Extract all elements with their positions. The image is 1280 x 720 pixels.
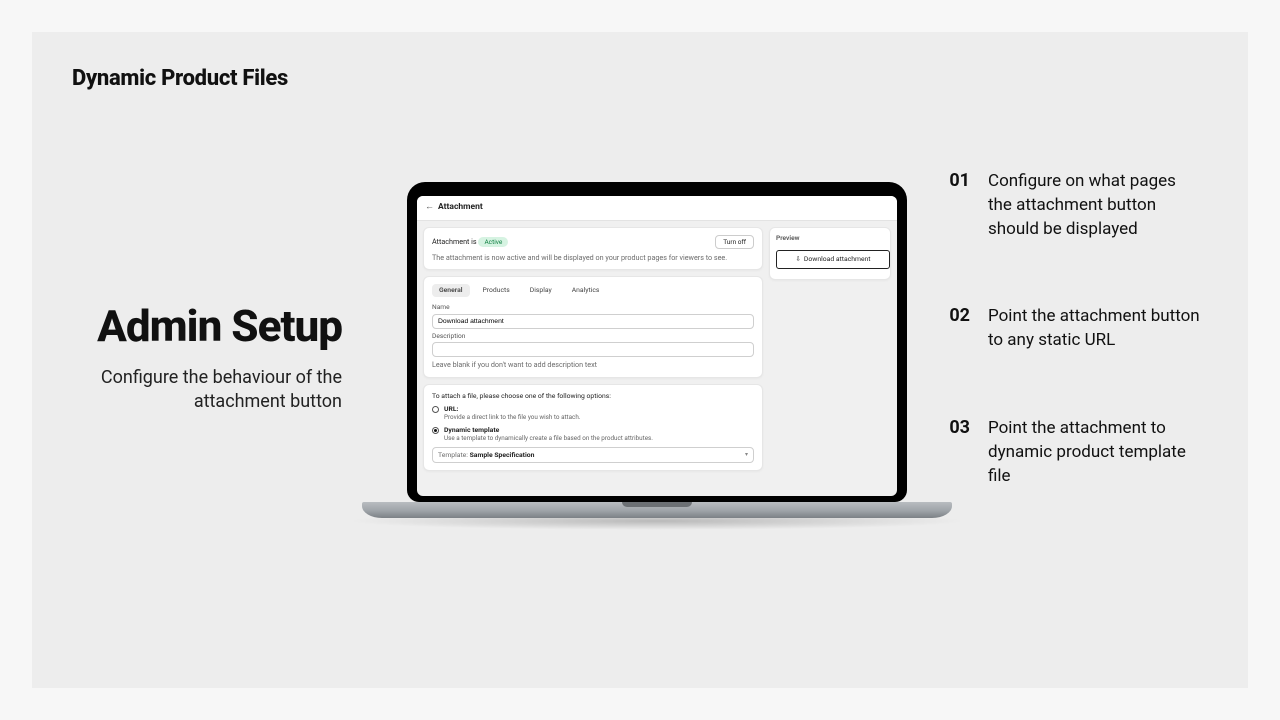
tab-display[interactable]: Display bbox=[523, 284, 559, 297]
template-label: Template: bbox=[438, 451, 468, 459]
turn-off-button[interactable]: Turn off bbox=[715, 235, 754, 249]
preview-download-label: Download attachment bbox=[804, 255, 871, 263]
name-input[interactable] bbox=[432, 314, 754, 329]
name-label: Name bbox=[432, 303, 754, 312]
preview-card: Preview ⇩ Download attachment bbox=[769, 227, 891, 280]
template-value: Sample Specification bbox=[470, 451, 535, 459]
step-number: 01 bbox=[942, 170, 970, 241]
laptop-mockup: ← Attachment Attachment is Active bbox=[392, 182, 922, 530]
slide-canvas: Dynamic Product Files Admin Setup Config… bbox=[32, 32, 1248, 688]
radio-url[interactable] bbox=[432, 406, 439, 413]
step-text: Point the attachment button to any stati… bbox=[988, 305, 1202, 353]
chevron-updown-icon: ▾ bbox=[745, 451, 748, 459]
status-helper: The attachment is now active and will be… bbox=[432, 253, 754, 262]
tabs: General Products Display Analytics bbox=[432, 284, 754, 297]
option-url-desc: Provide a direct link to the file you wi… bbox=[444, 413, 580, 421]
headline-subtitle: Configure the behaviour of the attachmen… bbox=[82, 366, 342, 415]
back-arrow-icon[interactable]: ← bbox=[425, 202, 434, 214]
option-dynamic-row[interactable]: Dynamic template Use a template to dynam… bbox=[432, 426, 754, 443]
tab-analytics[interactable]: Analytics bbox=[565, 284, 607, 297]
admin-main-column: Attachment is Active Turn off The attach… bbox=[423, 227, 763, 472]
step-03: 03 Point the attachment to dynamic produ… bbox=[942, 417, 1202, 488]
attach-options-card: To attach a file, please choose one of t… bbox=[423, 384, 763, 472]
status-prefix: Attachment is bbox=[432, 237, 477, 246]
download-icon: ⇩ bbox=[795, 255, 800, 263]
admin-screenshot: ← Attachment Attachment is Active bbox=[417, 196, 897, 496]
option-url-row[interactable]: URL: Provide a direct link to the file y… bbox=[432, 405, 754, 422]
laptop-base bbox=[362, 502, 952, 518]
admin-body: Attachment is Active Turn off The attach… bbox=[417, 221, 897, 478]
step-01: 01 Configure on what pages the attachmen… bbox=[942, 170, 1202, 241]
preview-title: Preview bbox=[776, 234, 886, 243]
status-card: Attachment is Active Turn off The attach… bbox=[423, 227, 763, 271]
preview-download-button[interactable]: ⇩ Download attachment bbox=[776, 250, 890, 269]
description-input[interactable] bbox=[432, 342, 754, 357]
admin-side-column: Preview ⇩ Download attachment bbox=[769, 227, 891, 472]
step-02: 02 Point the attachment button to any st… bbox=[942, 305, 1202, 353]
option-url-title: URL: bbox=[444, 405, 580, 414]
steps-list: 01 Configure on what pages the attachmen… bbox=[942, 170, 1202, 552]
option-dynamic-desc: Use a template to dynamically create a f… bbox=[444, 434, 653, 442]
tab-general[interactable]: General bbox=[432, 284, 470, 297]
tab-products[interactable]: Products bbox=[476, 284, 517, 297]
option-dynamic-title: Dynamic template bbox=[444, 426, 653, 435]
step-text: Configure on what pages the attachment b… bbox=[988, 170, 1202, 241]
description-helper: Leave blank if you don't want to add des… bbox=[432, 360, 754, 369]
headline-title: Admin Setup bbox=[82, 304, 342, 348]
radio-dynamic[interactable] bbox=[432, 427, 439, 434]
status-badge: Active bbox=[478, 237, 508, 247]
brand-title: Dynamic Product Files bbox=[72, 66, 288, 91]
settings-card: General Products Display Analytics Name … bbox=[423, 276, 763, 377]
admin-page-title: Attachment bbox=[438, 202, 483, 213]
status-line: Attachment is Active bbox=[432, 237, 508, 247]
step-number: 02 bbox=[942, 305, 970, 353]
headline-block: Admin Setup Configure the behaviour of t… bbox=[82, 304, 342, 415]
step-number: 03 bbox=[942, 417, 970, 488]
template-select[interactable]: Template: Sample Specification ▾ bbox=[432, 447, 754, 464]
step-text: Point the attachment to dynamic product … bbox=[988, 417, 1202, 488]
admin-topbar: ← Attachment bbox=[417, 196, 897, 221]
attach-prompt: To attach a file, please choose one of t… bbox=[432, 392, 754, 401]
laptop-lid: ← Attachment Attachment is Active bbox=[407, 182, 907, 502]
description-label: Description bbox=[432, 332, 754, 341]
